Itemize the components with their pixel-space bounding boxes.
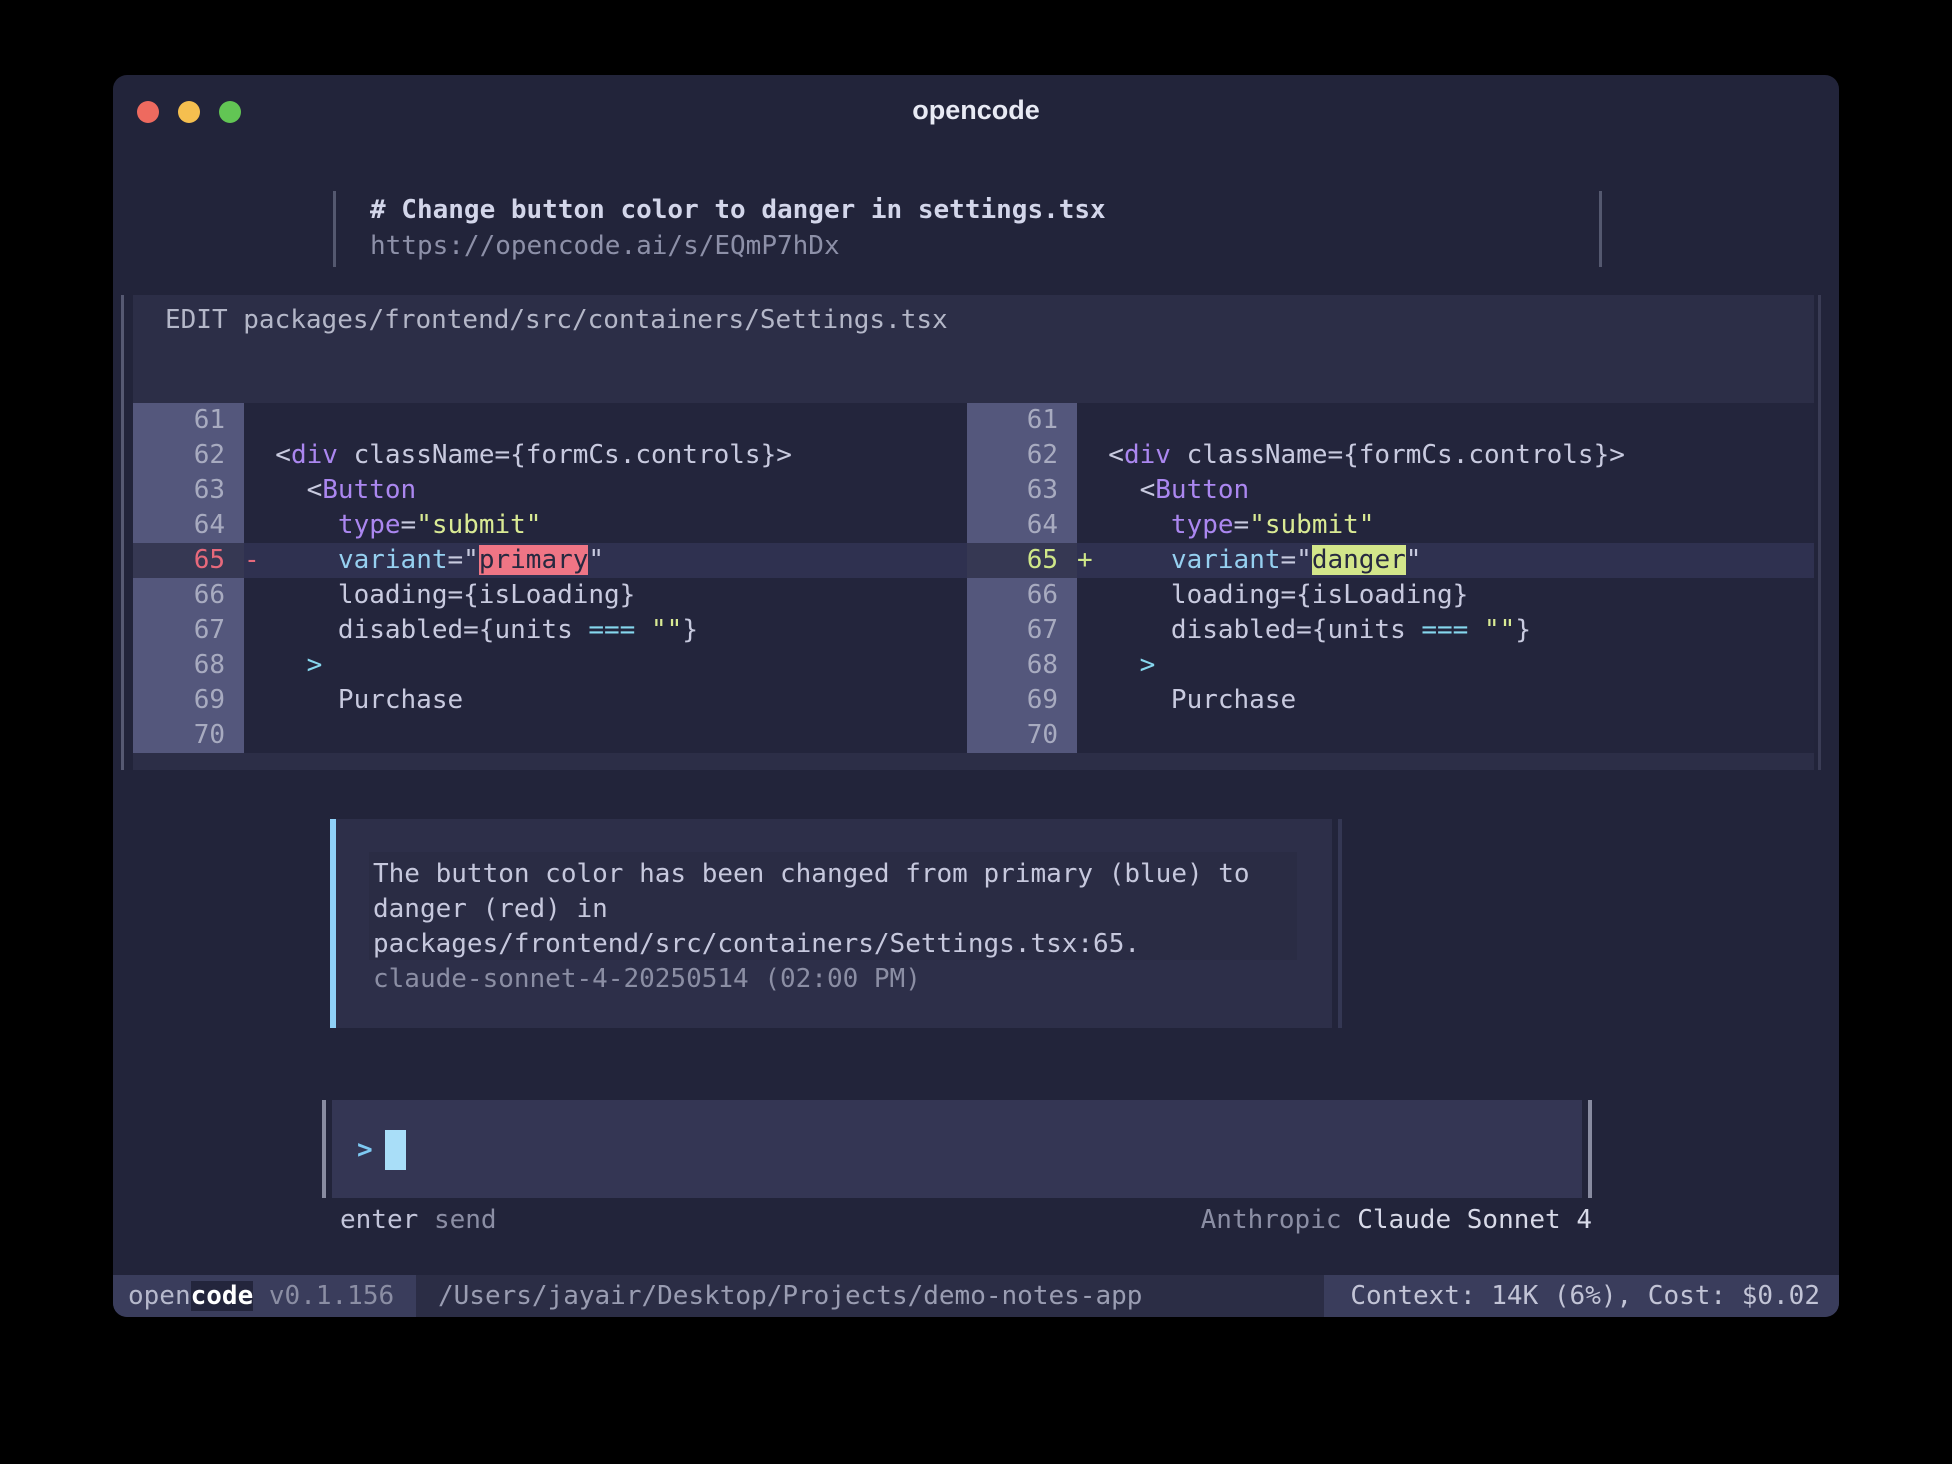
diff-code-line <box>1077 403 1814 438</box>
diff-code-line: <Button <box>1077 473 1814 508</box>
status-bar: opencode v0.1.156 /Users/jayair/Desktop/… <box>113 1275 1839 1317</box>
diff-line-number: 69 <box>967 683 1077 718</box>
diff-line-number: 70 <box>967 718 1077 753</box>
diff-row: 63 <Button63 <Button <box>133 473 1814 508</box>
diff-code-line: <div className={formCs.controls}> <box>244 438 967 473</box>
assistant-message-line: The button color has been changed from p… <box>373 857 1250 892</box>
diff-code-line <box>244 718 967 753</box>
assistant-message-right-line <box>1338 819 1342 1028</box>
user-message-right-border <box>1599 191 1602 267</box>
diff-row: 65- variant="primary"65+ variant="danger… <box>133 543 1814 578</box>
edit-tool-panel: EDIT packages/frontend/src/containers/Se… <box>133 295 1814 770</box>
context-cost-segment: Context: 14K (6%), Cost: $0.02 <box>1324 1275 1839 1317</box>
project-path: /Users/jayair/Desktop/Projects/demo-note… <box>438 1275 1142 1317</box>
diff-line-number: 62 <box>967 438 1077 473</box>
diff-code-line: loading={isLoading} <box>1077 578 1814 613</box>
opencode-window: opencode # Change button color to danger… <box>113 75 1839 1317</box>
diff-code-line: > <box>1077 648 1814 683</box>
prompt-right-line <box>1588 1100 1592 1198</box>
assistant-message-line: packages/frontend/src/containers/Setting… <box>373 927 1250 962</box>
diff-code-line: loading={isLoading} <box>244 578 967 613</box>
diff-line-number: 66 <box>133 578 244 613</box>
user-message-left-border <box>333 191 336 267</box>
assistant-message-meta: claude-sonnet-4-20250514 (02:00 PM) <box>373 962 1250 997</box>
diff-code-line: - variant="primary" <box>244 543 967 578</box>
diff-code-line: > <box>244 648 967 683</box>
diff-line-number: 67 <box>967 613 1077 648</box>
diff-line-number: 68 <box>133 648 244 683</box>
prompt-symbol: > <box>357 1135 373 1165</box>
edit-panel-title: EDIT packages/frontend/src/containers/Se… <box>165 305 948 335</box>
assistant-message: The button color has been changed from p… <box>336 819 1332 1028</box>
diff-line-number: 70 <box>133 718 244 753</box>
app-version: v0.1.156 <box>269 1281 394 1311</box>
app-name-code: code <box>191 1281 254 1311</box>
diff-line-number: 69 <box>133 683 244 718</box>
user-message: # Change button color to danger in setti… <box>370 192 1106 264</box>
diff-code-line: <Button <box>244 473 967 508</box>
diff-row: 70 70 <box>133 718 1814 753</box>
app-version-segment: opencode v0.1.156 <box>113 1275 416 1317</box>
diff-line-number: 65 <box>967 543 1077 578</box>
diff-row: 61 61 <box>133 403 1814 438</box>
prompt-left-line <box>322 1100 326 1198</box>
diff-line-number: 61 <box>967 403 1077 438</box>
diff-row: 69 Purchase69 Purchase <box>133 683 1814 718</box>
diff-row: 66 loading={isLoading}66 loading={isLoad… <box>133 578 1814 613</box>
diff-code-line: type="submit" <box>244 508 967 543</box>
keyboard-hint: enter send <box>340 1203 497 1238</box>
diff-code-line: disabled={units === ""} <box>1077 613 1814 648</box>
diff-line-number: 62 <box>133 438 244 473</box>
user-message-title: # Change button color to danger in setti… <box>370 192 1106 228</box>
diff-line-number: 63 <box>133 473 244 508</box>
diff-line-number: 63 <box>967 473 1077 508</box>
diff-line-number: 64 <box>967 508 1077 543</box>
diff-code-line: <div className={formCs.controls}> <box>1077 438 1814 473</box>
edit-panel-right-line <box>1818 295 1821 770</box>
model-name: Claude Sonnet 4 <box>1357 1205 1592 1235</box>
app-name-open: open <box>128 1281 191 1311</box>
diff-line-number: 61 <box>133 403 244 438</box>
diff-code-line <box>1077 718 1814 753</box>
diff-line-number: 67 <box>133 613 244 648</box>
diff-code-line: + variant="danger" <box>1077 543 1814 578</box>
hint-action: send <box>434 1205 497 1235</box>
diff-line-number: 65 <box>133 543 244 578</box>
diff-code-line: disabled={units === ""} <box>244 613 967 648</box>
diff-code-line <box>244 403 967 438</box>
diff-row: 64 type="submit"64 type="submit" <box>133 508 1814 543</box>
prompt-input[interactable]: > <box>332 1100 1582 1198</box>
diff-row: 68 >68 > <box>133 648 1814 683</box>
assistant-message-text: The button color has been changed from p… <box>373 857 1250 997</box>
diff-row: 62 <div className={formCs.controls}>62 <… <box>133 438 1814 473</box>
diff-code-line: type="submit" <box>1077 508 1814 543</box>
diff-code-line: Purchase <box>244 683 967 718</box>
text-cursor <box>385 1130 406 1170</box>
diff-view: 616162 <div className={formCs.controls}>… <box>133 403 1814 753</box>
diff-line-number: 64 <box>133 508 244 543</box>
share-url[interactable]: https://opencode.ai/s/EQmP7hDx <box>370 228 1106 264</box>
prompt-row: > <box>357 1128 406 1172</box>
model-info: Anthropic Claude Sonnet 4 <box>1201 1203 1592 1238</box>
diff-line-number: 66 <box>967 578 1077 613</box>
assistant-message-line: danger (red) in <box>373 892 1250 927</box>
edit-label: EDIT <box>165 305 228 335</box>
diff-row: 67 disabled={units === ""}67 disabled={u… <box>133 613 1814 648</box>
hint-key: enter <box>340 1205 418 1235</box>
provider-name: Anthropic <box>1201 1205 1342 1235</box>
edit-panel-left-line <box>121 295 124 770</box>
diff-code-line: Purchase <box>1077 683 1814 718</box>
diff-line-number: 68 <box>967 648 1077 683</box>
window-title: opencode <box>113 95 1839 126</box>
edit-file-path: packages/frontend/src/containers/Setting… <box>243 305 947 335</box>
